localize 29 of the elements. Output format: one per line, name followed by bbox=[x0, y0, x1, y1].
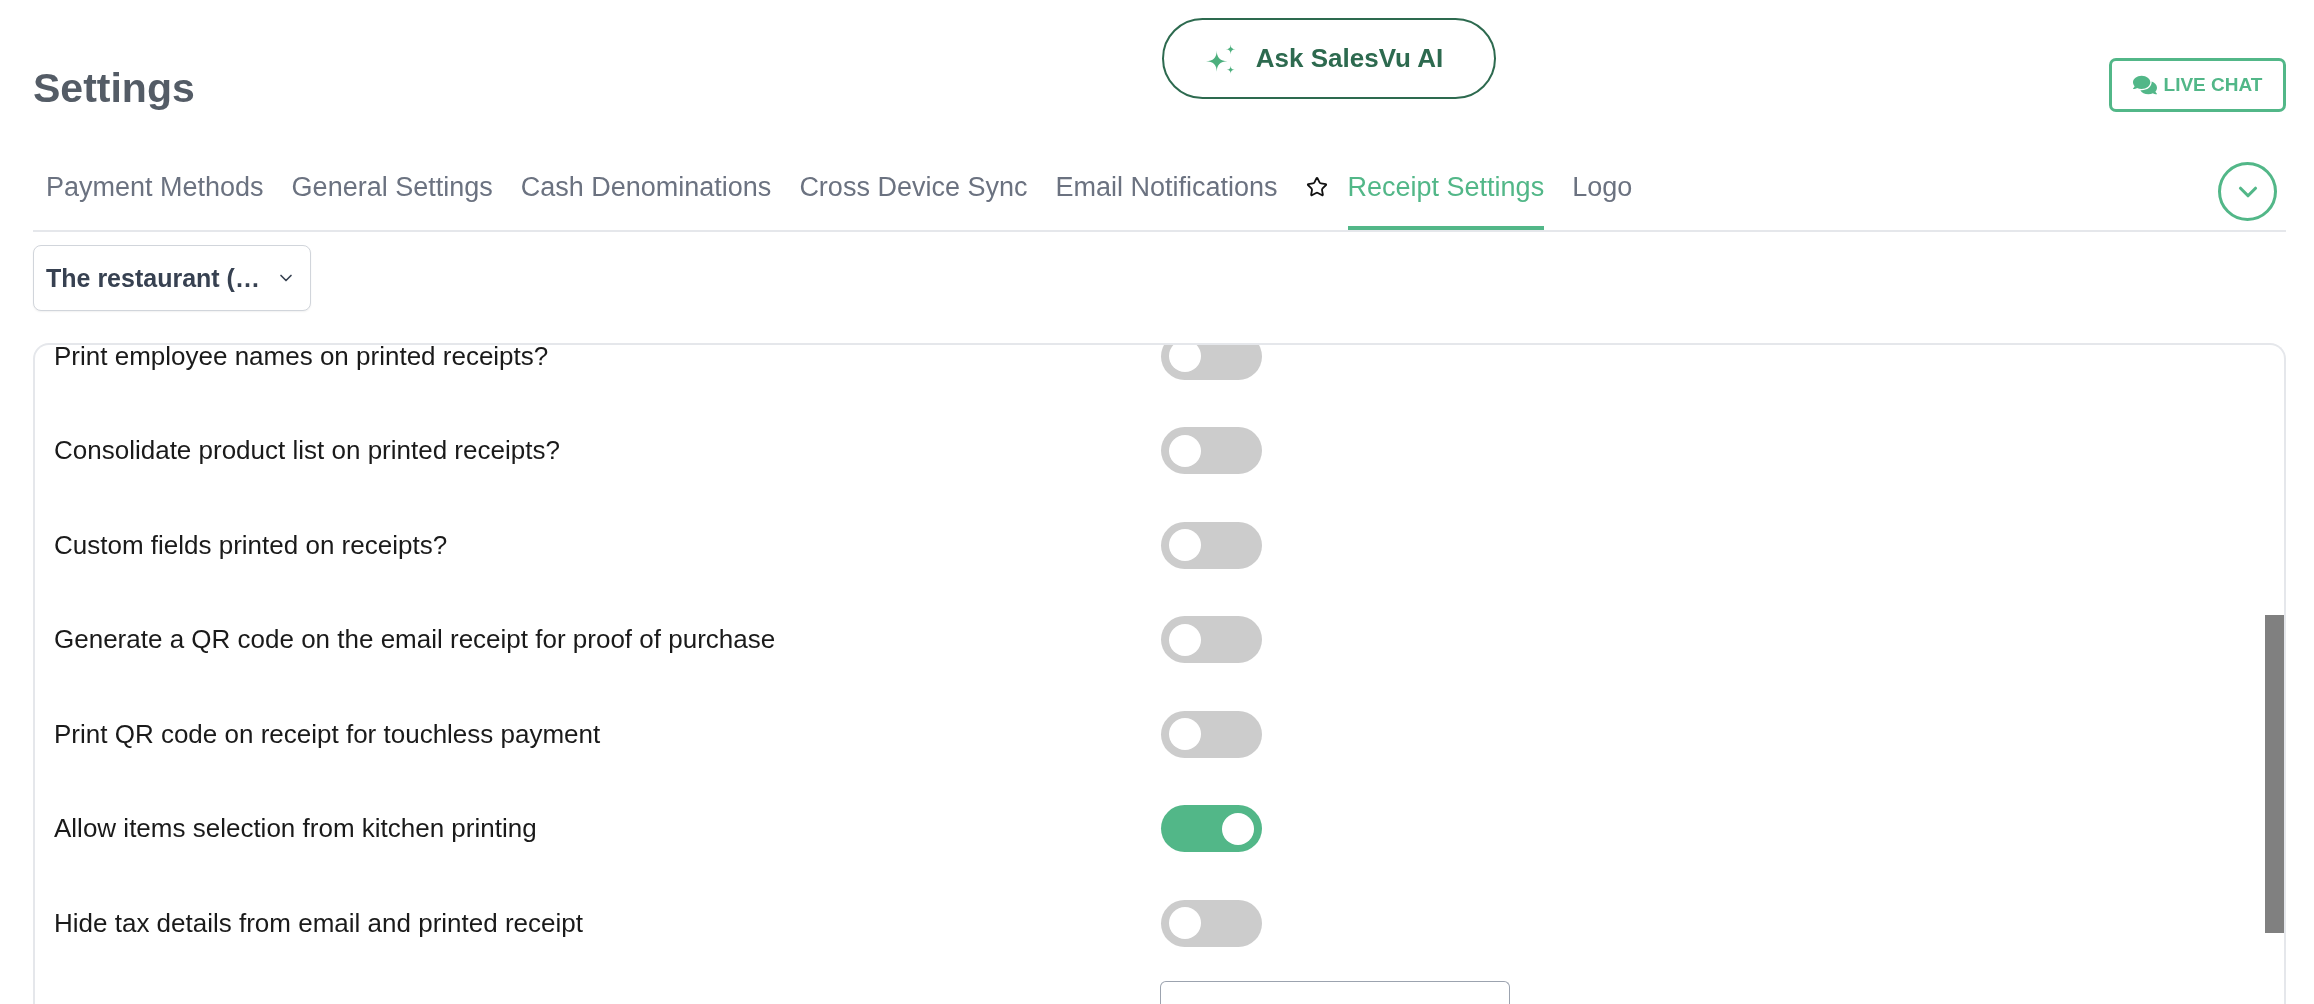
toggle-switch[interactable] bbox=[1160, 616, 1262, 664]
setting-label: Consolidate product list on printed receipts? bbox=[54, 435, 560, 467]
setting-label: Allow items selection from kitchen printing bbox=[54, 813, 537, 845]
star-icon[interactable] bbox=[1305, 176, 1328, 198]
setting-label: Hide tax details from email and printed receipt bbox=[54, 907, 583, 939]
tab[interactable]: General Settings bbox=[291, 162, 493, 230]
tab[interactable]: Cash Denominations bbox=[520, 162, 772, 230]
scrollbar[interactable] bbox=[2265, 615, 2284, 933]
page-title: Settings bbox=[33, 64, 195, 113]
tab[interactable]: Email Notifications bbox=[1055, 162, 1278, 230]
setting-label: Print employee names on printed receipts? bbox=[54, 345, 549, 372]
setting-label: Generate a QR code on the email receipt for proof of purchase bbox=[54, 624, 776, 656]
tab[interactable]: Payment Methods bbox=[46, 162, 264, 230]
location-dropdown[interactable]: The restaurant (… bbox=[33, 245, 311, 311]
tab[interactable]: Cross Device Sync bbox=[799, 162, 1028, 230]
setting-label: Print QR code on receipt for touchless payment bbox=[54, 718, 601, 750]
ask-ai-button[interactable]: Ask SalesVu AI bbox=[1161, 18, 1496, 99]
tab[interactable]: Logo bbox=[1572, 162, 1633, 230]
toggle-switch[interactable] bbox=[1160, 899, 1262, 947]
setting-label: Custom fields printed on receipts? bbox=[54, 529, 448, 561]
toggle-switch[interactable] bbox=[1160, 427, 1262, 475]
chat-bubbles-icon bbox=[2132, 73, 2157, 97]
tab[interactable]: Receipt Settings bbox=[1347, 162, 1545, 230]
toggle-switch[interactable] bbox=[1160, 710, 1262, 758]
toggle-switch[interactable] bbox=[1160, 521, 1262, 569]
live-chat-button[interactable]: LIVE CHAT bbox=[2109, 58, 2286, 112]
toggle-switch[interactable] bbox=[1160, 805, 1262, 853]
input-field[interactable] bbox=[1159, 980, 1510, 1004]
toggle-switch[interactable] bbox=[1160, 345, 1262, 380]
